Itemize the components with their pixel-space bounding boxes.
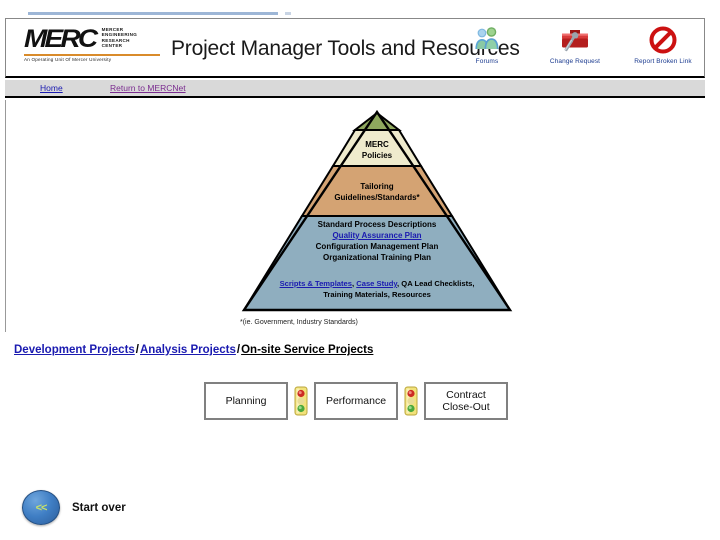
report-broken-link-icon: [630, 23, 696, 57]
back-button[interactable]: <<: [22, 490, 60, 525]
traffic-light-icon: [404, 386, 418, 416]
flow-separator-2: [398, 386, 424, 416]
logo-tagline: An Operating Unit Of Mercer University: [24, 57, 112, 62]
pyramid-graphic: [241, 109, 513, 312]
secondary-nav-bar: Home Return to MERCNet: [5, 80, 705, 98]
nav-item-home[interactable]: Home: [40, 83, 63, 93]
nav-item-return-to-mercnet[interactable]: Return to MERCNet: [110, 83, 186, 93]
start-over-label: Start over: [72, 501, 126, 514]
forums-icon: [454, 23, 520, 57]
logo-expansion-line-4: CENTER: [101, 43, 123, 49]
top-accent-rule: [28, 12, 278, 15]
traffic-light-icon: [294, 386, 308, 416]
change-request-link[interactable]: Change Request: [542, 23, 608, 65]
process-asset-pyramid: MERC Policies Tailoring Guidelines/Stand…: [236, 108, 518, 333]
logo-divider-rule: [24, 54, 160, 56]
contract-close-out-line2: Close-Out: [442, 401, 490, 413]
change-request-label: Change Request: [549, 58, 601, 65]
process-flow: Planning Performance Contract Close-Out: [204, 382, 508, 420]
merc-logo-wordmark: MERC: [24, 25, 98, 53]
flow-step-performance[interactable]: Performance: [314, 382, 398, 420]
change-request-icon: [542, 23, 608, 57]
top-accent-rule-segment: [285, 12, 291, 15]
breadcrumb-item-development-projects[interactable]: Development Projects: [14, 344, 135, 356]
forums-label: Forums: [475, 58, 499, 65]
flow-step-contract-close-out[interactable]: Contract Close-Out: [424, 382, 508, 420]
flow-separator-1: [288, 386, 314, 416]
breadcrumb: Development Projects/Analysis Projects/O…: [14, 344, 373, 356]
breadcrumb-item-onsite-service-projects: On-site Service Projects: [241, 344, 374, 356]
breadcrumb-item-analysis-projects[interactable]: Analysis Projects: [140, 344, 236, 356]
flow-step-performance-label: Performance: [325, 395, 387, 407]
header-icon-bar: Forums Change Request Report Broken Link: [454, 23, 696, 65]
merc-logo-expansion: MERCER ENGINEERING RESEARCH CENTER: [102, 25, 137, 49]
report-broken-link-link[interactable]: Report Broken Link: [630, 23, 696, 65]
contract-close-out-line1: Contract: [446, 389, 486, 401]
flow-step-planning[interactable]: Planning: [204, 382, 288, 420]
flow-step-contract-close-out-label: Contract Close-Out: [442, 389, 489, 413]
merc-logo[interactable]: MERC MERCER ENGINEERING RESEARCH CENTER …: [24, 25, 164, 62]
report-broken-link-label: Report Broken Link: [634, 58, 692, 65]
flow-step-planning-label: Planning: [225, 395, 267, 407]
start-over-control: << Start over: [22, 490, 126, 525]
pyramid-footnote: *(ie. Government, Industry Standards): [240, 319, 358, 326]
double-chevron-left-icon: <<: [35, 501, 48, 514]
forums-link[interactable]: Forums: [454, 23, 520, 65]
site-header: MERC MERCER ENGINEERING RESEARCH CENTER …: [5, 18, 705, 78]
